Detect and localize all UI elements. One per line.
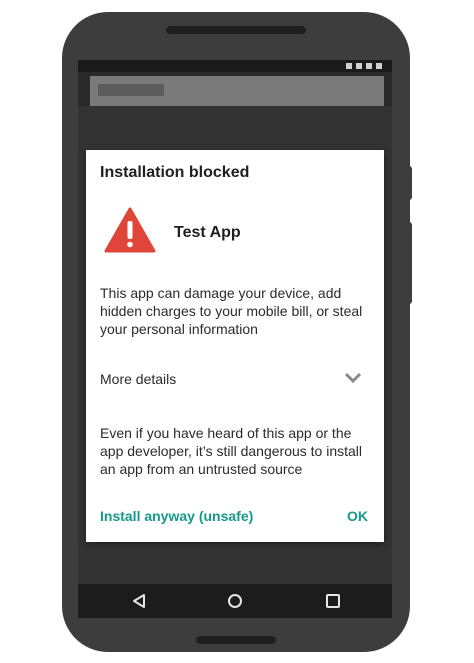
more-details-label: More details: [100, 371, 177, 387]
phone-speaker: [166, 26, 306, 34]
app-bar: [90, 76, 384, 106]
warning-message: This app can damage your device, add hid…: [100, 285, 363, 337]
volume-button: [404, 166, 412, 200]
status-icon: [376, 63, 382, 69]
status-bar: [78, 60, 392, 72]
navigation-bar: [78, 584, 392, 618]
installation-blocked-dialog: Installation blocked Test App This app c…: [86, 150, 384, 542]
warning-icon: [104, 207, 156, 253]
status-icon: [356, 63, 362, 69]
app-name: Test App: [174, 224, 241, 241]
app-bar-title-placeholder: [98, 84, 164, 96]
more-details-toggle[interactable]: More details: [100, 370, 370, 390]
back-icon[interactable]: [130, 592, 148, 610]
install-anyway-button[interactable]: Install anyway (unsafe): [100, 508, 253, 524]
status-icons: [346, 63, 382, 69]
power-button: [404, 222, 412, 304]
ok-button[interactable]: OK: [347, 508, 368, 524]
home-icon[interactable]: [226, 592, 244, 610]
status-icon: [346, 63, 352, 69]
chevron-down-icon[interactable]: [344, 372, 362, 384]
phone-bottom-grille: [196, 636, 276, 644]
dialog-title: Installation blocked: [100, 164, 250, 181]
recent-apps-icon[interactable]: [324, 592, 342, 610]
status-icon: [366, 63, 372, 69]
explanation-text: Even if you have heard of this app or th…: [100, 425, 363, 477]
